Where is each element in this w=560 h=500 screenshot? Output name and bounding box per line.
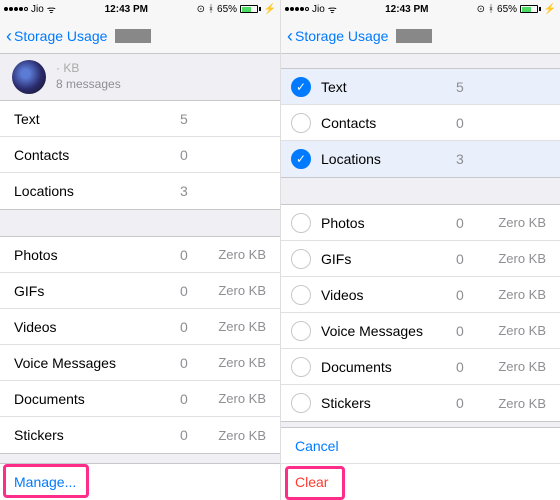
status-bar: Jio ᯤ 12:43 PM ⊙ ᚼ 65% ⚡ bbox=[281, 0, 560, 18]
checkbox-off-icon[interactable] bbox=[291, 249, 311, 269]
checkbox-off-icon[interactable] bbox=[291, 321, 311, 341]
row-gifs: GIFs0Zero KB bbox=[0, 273, 280, 309]
charging-icon: ⚡ bbox=[264, 4, 276, 15]
checkbox-off-icon[interactable] bbox=[291, 357, 311, 377]
counts-section: Text 5 Contacts 0 Locations 3 bbox=[0, 100, 280, 210]
back-button[interactable]: Storage Usage bbox=[295, 28, 388, 44]
checkbox-off-icon[interactable] bbox=[291, 113, 311, 133]
checkbox-on-icon[interactable]: ✓ bbox=[291, 77, 311, 97]
checkbox-off-icon[interactable] bbox=[291, 285, 311, 305]
clock: 12:43 PM bbox=[105, 4, 148, 15]
bluetooth-icon: ᚼ bbox=[488, 4, 494, 15]
select-row-voice[interactable]: Voice Messages0Zero KB bbox=[281, 313, 560, 349]
lock-icon: ⊙ bbox=[197, 4, 205, 15]
lock-icon: ⊙ bbox=[477, 4, 485, 15]
battery-icon bbox=[520, 5, 541, 13]
carrier-label: Jio bbox=[312, 4, 325, 15]
checkbox-off-icon[interactable] bbox=[291, 213, 311, 233]
charging-icon: ⚡ bbox=[544, 4, 556, 15]
manage-button[interactable]: Manage... bbox=[14, 474, 76, 490]
status-bar: Jio ᯤ 12:43 PM ⊙ ᚼ 65% ⚡ bbox=[0, 0, 280, 18]
contact-name-redacted bbox=[115, 29, 151, 43]
battery-pct: 65% bbox=[217, 4, 237, 15]
select-counts-section: ✓ Text 5 Contacts 0 ✓ Locations 3 bbox=[281, 68, 560, 178]
bluetooth-icon: ᚼ bbox=[208, 4, 214, 15]
row-stickers: Stickers0Zero KB bbox=[0, 417, 280, 453]
signal-dots-icon bbox=[285, 7, 309, 11]
clear-button[interactable]: Clear bbox=[295, 474, 328, 490]
select-media-section: Photos0Zero KB GIFs0Zero KB Videos0Zero … bbox=[281, 204, 560, 422]
wifi-icon: ᯤ bbox=[47, 2, 56, 16]
footer: Cancel Clear bbox=[281, 427, 560, 500]
row-voice: Voice Messages0Zero KB bbox=[0, 345, 280, 381]
row-label: Text bbox=[14, 111, 180, 127]
contact-name-redacted bbox=[396, 29, 432, 43]
screen-manage-selection: Jio ᯤ 12:43 PM ⊙ ᚼ 65% ⚡ ‹ Storage Usage… bbox=[280, 0, 560, 500]
avatar bbox=[12, 60, 46, 94]
screen-storage-detail: Jio ᯤ 12:43 PM ⊙ ᚼ 65% ⚡ ‹ Storage Usage… bbox=[0, 0, 280, 500]
row-text: Text 5 bbox=[0, 101, 280, 137]
cancel-button[interactable]: Cancel bbox=[295, 438, 339, 454]
battery-pct: 65% bbox=[497, 4, 517, 15]
select-row-photos[interactable]: Photos0Zero KB bbox=[281, 205, 560, 241]
signal-dots-icon bbox=[4, 7, 28, 11]
checkbox-on-icon[interactable]: ✓ bbox=[291, 149, 311, 169]
nav-bar: ‹ Storage Usage bbox=[281, 18, 560, 54]
row-label: Locations bbox=[14, 183, 180, 199]
row-photos: Photos0Zero KB bbox=[0, 237, 280, 273]
carrier-label: Jio bbox=[31, 4, 44, 15]
row-contacts: Contacts 0 bbox=[0, 137, 280, 173]
select-row-locations[interactable]: ✓ Locations 3 bbox=[281, 141, 560, 177]
row-label: Contacts bbox=[14, 147, 180, 163]
back-chevron-icon[interactable]: ‹ bbox=[6, 27, 12, 45]
row-count: 5 bbox=[180, 111, 208, 127]
select-row-gifs[interactable]: GIFs0Zero KB bbox=[281, 241, 560, 277]
media-section: Photos0Zero KB GIFs0Zero KB Videos0Zero … bbox=[0, 236, 280, 454]
select-row-documents[interactable]: Documents0Zero KB bbox=[281, 349, 560, 385]
row-documents: Documents0Zero KB bbox=[0, 381, 280, 417]
row-count: 0 bbox=[180, 147, 208, 163]
battery-icon bbox=[240, 5, 261, 13]
wifi-icon: ᯤ bbox=[328, 2, 337, 16]
header-messages: 8 messages bbox=[56, 77, 121, 93]
back-chevron-icon[interactable]: ‹ bbox=[287, 27, 293, 45]
select-row-contacts[interactable]: Contacts 0 bbox=[281, 105, 560, 141]
header-size: · KB bbox=[56, 61, 121, 77]
footer: Manage... bbox=[0, 463, 280, 500]
row-count: 3 bbox=[180, 183, 208, 199]
select-row-stickers[interactable]: Stickers0Zero KB bbox=[281, 385, 560, 421]
select-row-text[interactable]: ✓ Text 5 bbox=[281, 69, 560, 105]
row-locations: Locations 3 bbox=[0, 173, 280, 209]
select-row-videos[interactable]: Videos0Zero KB bbox=[281, 277, 560, 313]
nav-bar: ‹ Storage Usage bbox=[0, 18, 280, 54]
back-button[interactable]: Storage Usage bbox=[14, 28, 107, 44]
clock: 12:43 PM bbox=[385, 4, 428, 15]
row-videos: Videos0Zero KB bbox=[0, 309, 280, 345]
contact-header: · KB 8 messages bbox=[0, 54, 280, 100]
checkbox-off-icon[interactable] bbox=[291, 393, 311, 413]
